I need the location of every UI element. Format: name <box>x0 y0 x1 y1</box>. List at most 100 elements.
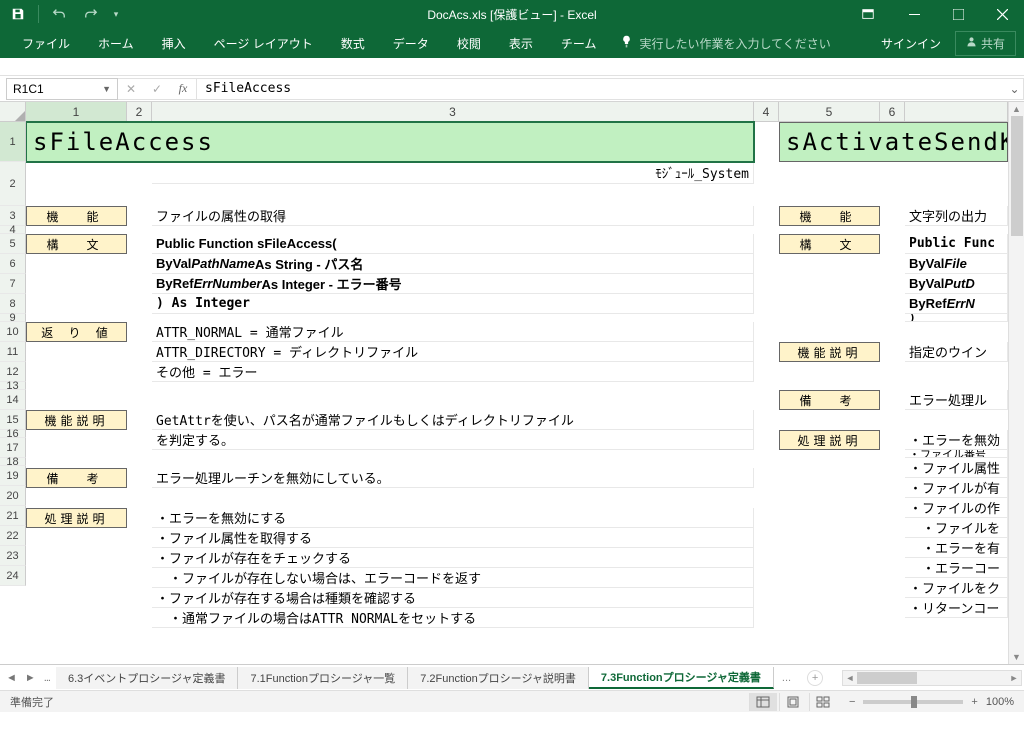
scroll-right-icon[interactable]: ► <box>1007 671 1021 685</box>
row-head-23[interactable]: 23 <box>0 546 26 566</box>
scroll-up-icon[interactable]: ▲ <box>1010 102 1024 116</box>
new-sheet-button[interactable]: + <box>807 670 823 686</box>
cell-C24[interactable]: ・通常ファイルの場合はATTR NORMALをセットする <box>152 608 754 628</box>
formula-input[interactable]: sFileAccess <box>196 78 1006 100</box>
cell-G6[interactable]: ByVal File <box>905 254 1008 274</box>
cell-E12[interactable]: 備 考 <box>779 390 880 410</box>
row-head-10[interactable]: 10 <box>0 322 26 342</box>
cell-G10[interactable]: 指定のウイン <box>905 342 1008 362</box>
cell-C14[interactable]: GetAttrを使い、パス名が通常ファイルもしくはディレクトリファイル <box>152 410 754 430</box>
cell-C7[interactable]: ByRef ErrNumber As Integer - エラー番号 <box>152 274 754 294</box>
name-box[interactable]: R1C1 ▼ <box>6 78 118 100</box>
zoom-slider[interactable] <box>863 700 963 704</box>
cell-G19[interactable]: ・ファイルを <box>905 518 1008 538</box>
col-head-3[interactable]: 3 <box>152 102 754 122</box>
ribbon-options-icon[interactable] <box>854 2 882 26</box>
cell-C22[interactable]: ・ファイルが存在しない場合は、エラーコードを返す <box>152 568 754 588</box>
hscroll-thumb[interactable] <box>857 672 917 684</box>
cell-C19[interactable]: ・エラーを無効にする <box>152 508 754 528</box>
cell-G3[interactable]: 文字列の出力 <box>905 206 1008 226</box>
cell-G9[interactable]: ) <box>905 314 1008 322</box>
tab-team[interactable]: チーム <box>547 29 611 58</box>
qat-dropdown-icon[interactable]: ▾ <box>109 2 123 26</box>
col-head-4[interactable]: 4 <box>754 102 779 122</box>
cell-G16[interactable]: ・ファイル属性 <box>905 458 1008 478</box>
tab-overflow-icon[interactable]: ... <box>774 672 799 684</box>
cell-A5[interactable]: 構 文 <box>26 234 127 254</box>
cell-G18[interactable]: ・ファイルの作 <box>905 498 1008 518</box>
zoom-out-button[interactable]: − <box>847 696 857 708</box>
row-head-13[interactable]: 13 <box>0 382 26 390</box>
tab-nav-prev-icon[interactable]: ◄ <box>6 672 17 684</box>
cell-E1[interactable]: sActivateSendK <box>779 122 1008 162</box>
save-icon[interactable] <box>4 2 32 26</box>
fx-icon[interactable]: fx <box>170 78 196 100</box>
select-all-corner[interactable] <box>0 102 26 122</box>
row-head-6[interactable]: 6 <box>0 254 26 274</box>
cell-G14[interactable]: ・エラーを無効 <box>905 430 1008 450</box>
cell-C3[interactable]: ファイルの属性の取得 <box>152 206 754 226</box>
tab-insert[interactable]: 挿入 <box>148 29 200 58</box>
sheet-tab-active[interactable]: 7.3Functionプロシージャ定義書 <box>589 667 774 689</box>
zoom-in-button[interactable]: + <box>969 696 979 708</box>
view-page-break-icon[interactable] <box>809 693 837 711</box>
col-head-5[interactable]: 5 <box>779 102 880 122</box>
tab-formulas[interactable]: 数式 <box>327 29 379 58</box>
cell-C23[interactable]: ・ファイルが存在する場合は種類を確認する <box>152 588 754 608</box>
sheet-tab[interactable]: 6.3イベントプロシージャ定義書 <box>56 667 239 689</box>
tab-file[interactable]: ファイル <box>8 29 84 58</box>
tab-review[interactable]: 校閲 <box>443 29 495 58</box>
undo-icon[interactable] <box>45 2 73 26</box>
share-button[interactable]: 共有 <box>955 31 1016 56</box>
cell-G23[interactable]: ・リターンコー <box>905 598 1008 618</box>
row-head-19[interactable]: 19 <box>0 466 26 486</box>
cell-C5[interactable]: Public Function sFileAccess( <box>152 234 754 254</box>
cell-A17[interactable]: 備 考 <box>26 468 127 488</box>
tell-me-search[interactable]: 実行したい作業を入力してください <box>620 35 830 52</box>
cell-G15[interactable]: ・ファイル番号 <box>905 450 1008 458</box>
view-normal-icon[interactable] <box>749 693 777 711</box>
zoom-thumb[interactable] <box>911 696 917 708</box>
cell-G21[interactable]: ・エラーコー <box>905 558 1008 578</box>
tab-nav-more-icon[interactable]: ... <box>44 672 50 684</box>
row-head-18[interactable]: 18 <box>0 458 26 466</box>
row-head-9[interactable]: 9 <box>0 314 26 322</box>
cell-G20[interactable]: ・エラーを有 <box>905 538 1008 558</box>
tab-nav-next-icon[interactable]: ► <box>25 672 36 684</box>
cell-C21[interactable]: ・ファイルが存在をチェックする <box>152 548 754 568</box>
horizontal-scrollbar[interactable]: ◄ ► <box>842 670 1022 686</box>
zoom-level[interactable]: 100% <box>986 696 1014 708</box>
cell-C12[interactable]: その他 = エラー <box>152 362 754 382</box>
sheet-tab[interactable]: 7.2Functionプロシージャ説明書 <box>408 667 589 689</box>
sheet-tab[interactable]: 7.1Functionプロシージャ一覧 <box>238 667 408 689</box>
view-page-layout-icon[interactable] <box>779 693 807 711</box>
cell-G12[interactable]: エラー処理ル <box>905 390 1008 410</box>
row-head-11[interactable]: 11 <box>0 342 26 362</box>
cell-E10[interactable]: 機能説明 <box>779 342 880 362</box>
cell-A10[interactable]: 返 り 値 <box>26 322 127 342</box>
row-head-14[interactable]: 14 <box>0 390 26 410</box>
cancel-icon[interactable]: ✕ <box>118 78 144 100</box>
cell-C6[interactable]: ByVal PathName As String - パス名 <box>152 254 754 274</box>
cell-G5[interactable]: Public Func <box>905 234 1008 254</box>
tab-home[interactable]: ホーム <box>84 29 148 58</box>
signin-link[interactable]: サインイン <box>881 35 941 52</box>
row-head-7[interactable]: 7 <box>0 274 26 294</box>
enter-icon[interactable]: ✓ <box>144 78 170 100</box>
cell-A1[interactable]: sFileAccess <box>26 122 754 162</box>
cell-A19[interactable]: 処理説明 <box>26 508 127 528</box>
cell-G22[interactable]: ・ファイルをク <box>905 578 1008 598</box>
row-head-16[interactable]: 16 <box>0 430 26 438</box>
col-head-6[interactable]: 6 <box>880 102 905 122</box>
col-head-2[interactable]: 2 <box>127 102 152 122</box>
row-head-20[interactable]: 20 <box>0 486 26 506</box>
row-head-21[interactable]: 21 <box>0 506 26 526</box>
chevron-down-icon[interactable]: ▼ <box>102 84 111 94</box>
col-head-1[interactable]: 1 <box>26 102 127 122</box>
tab-view[interactable]: 表示 <box>495 29 547 58</box>
close-button[interactable] <box>980 0 1024 28</box>
row-head-22[interactable]: 22 <box>0 526 26 546</box>
cell-E5[interactable]: 構 文 <box>779 234 880 254</box>
vertical-scrollbar[interactable]: ▲ ▼ <box>1008 102 1024 664</box>
cell-C11[interactable]: ATTR_DIRECTORY = ディレクトリファイル <box>152 342 754 362</box>
